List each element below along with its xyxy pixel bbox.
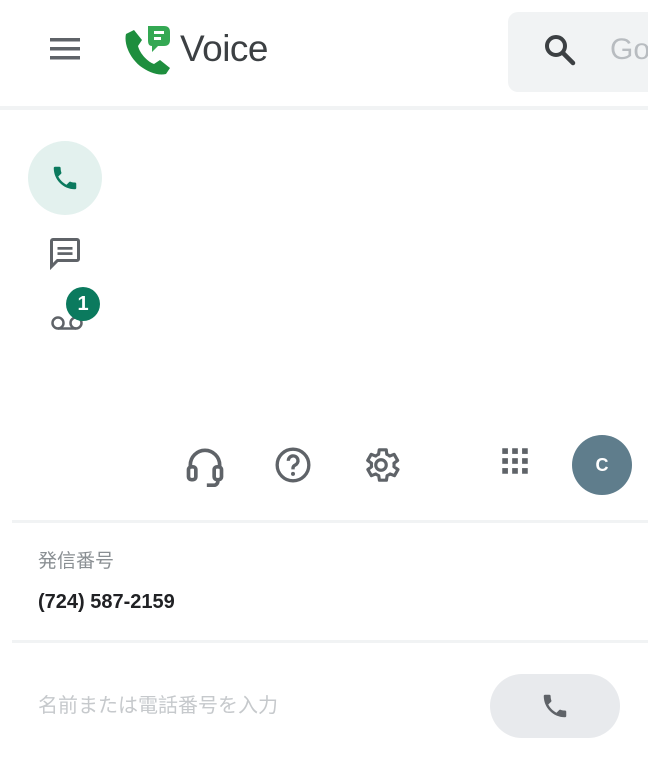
help-button[interactable] [268,440,318,490]
search-icon[interactable] [540,30,580,70]
apps-grid-icon [502,448,528,474]
main-menu-button[interactable] [38,26,92,72]
account-avatar[interactable]: C [572,435,632,495]
rail-item-messages[interactable] [40,230,90,276]
rail-item-calls[interactable] [28,141,102,215]
phone-icon [53,166,77,190]
message-icon [50,238,80,271]
call-button[interactable] [490,674,620,738]
support-button[interactable] [180,440,230,490]
phone-icon [543,694,567,718]
divider [12,640,648,643]
apps-button[interactable] [490,436,540,486]
voice-logo-icon [118,22,178,80]
divider [12,520,648,523]
voicemail-badge: 1 [66,287,100,321]
header-divider [0,106,648,110]
headset-icon [186,448,224,487]
help-icon [275,447,311,483]
settings-button[interactable] [356,440,406,490]
caller-number[interactable]: (724) 587-2159 [38,590,175,614]
caller-number-label: 発信番号 [38,551,115,572]
menu-icon [50,38,80,60]
dial-input[interactable] [38,688,458,724]
search-placeholder: Go [610,33,648,66]
app-title: Voice [180,28,269,69]
settings-icon [366,448,400,482]
